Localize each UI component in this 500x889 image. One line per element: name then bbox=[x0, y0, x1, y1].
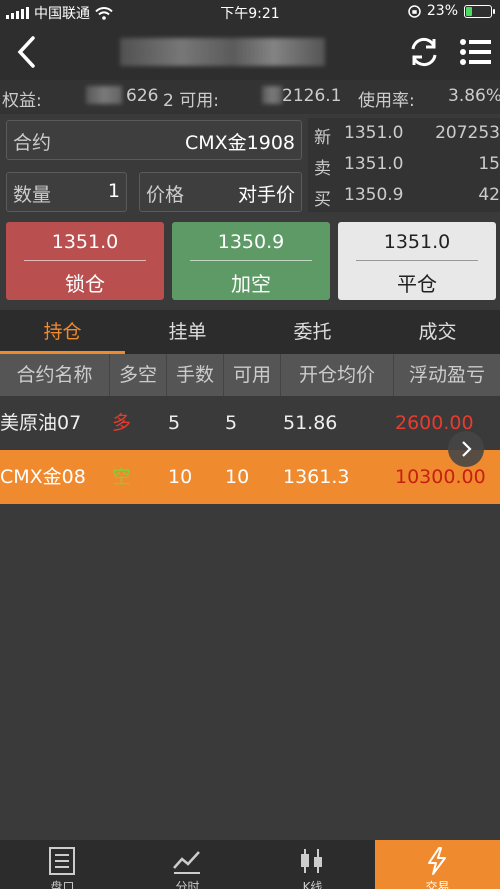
quote-price: 1351.0 bbox=[344, 154, 404, 174]
lock-position-button[interactable]: 1351.0 锁仓 bbox=[6, 222, 164, 300]
nav-label: K线 bbox=[302, 880, 323, 889]
col-direction: 多空 bbox=[110, 354, 167, 396]
nav-orderbook[interactable]: 盘口 bbox=[0, 840, 125, 889]
position-name: CMX金08 bbox=[0, 466, 86, 488]
close-position-button[interactable]: 1351.0 平仓 bbox=[338, 222, 496, 300]
position-avg-price: 1361.3 bbox=[283, 466, 350, 488]
quote-price: 1350.9 bbox=[344, 185, 404, 205]
scroll-right-button[interactable] bbox=[448, 431, 484, 467]
nav-label: 盘口 bbox=[50, 880, 75, 889]
line-chart-icon bbox=[173, 851, 200, 874]
position-name: 美原油07 bbox=[0, 412, 82, 434]
quote-row-bid: 买 1350.9 42 bbox=[308, 180, 500, 211]
position-available: 10 bbox=[225, 466, 250, 488]
tab-pending[interactable]: 挂单 bbox=[125, 310, 250, 354]
nav-kline[interactable]: K线 bbox=[250, 840, 375, 889]
orderbook-icon bbox=[49, 847, 75, 875]
quantity-label: 数量 bbox=[13, 184, 52, 206]
usage-value: 3.86% bbox=[448, 86, 500, 106]
bottom-nav: 盘口 分时 K线 交易 bbox=[0, 840, 500, 889]
position-side: 空 bbox=[112, 466, 132, 488]
nav-label: 交易 bbox=[425, 880, 450, 889]
menu-icon[interactable] bbox=[458, 34, 494, 70]
equity-value: 626 bbox=[126, 86, 159, 106]
account-title-redacted bbox=[120, 38, 325, 66]
price-type-value: 对手价 bbox=[237, 184, 295, 206]
quote-volume: 207253 bbox=[435, 123, 500, 143]
close-label: 平仓 bbox=[397, 272, 437, 296]
add-short-label: 加空 bbox=[231, 272, 271, 296]
nav-bar bbox=[0, 24, 500, 80]
quote-row-ask: 卖 1351.0 15 bbox=[308, 149, 500, 180]
contract-value: CMX金1908 bbox=[184, 132, 295, 154]
chevron-right-icon bbox=[462, 441, 472, 457]
account-summary: 权益: 626 2 可用: 2126.1 使用率: 3.86% bbox=[0, 80, 500, 114]
col-available: 可用 bbox=[224, 354, 281, 396]
col-lots: 手数 bbox=[167, 354, 224, 396]
close-price: 1351.0 bbox=[383, 231, 451, 253]
add-short-price: 1350.9 bbox=[217, 231, 285, 253]
tab-trades[interactable]: 成交 bbox=[375, 310, 500, 354]
quantity-field[interactable]: 数量 1 bbox=[6, 172, 127, 212]
col-float-pnl: 浮动盈亏 bbox=[408, 364, 485, 386]
quote-price: 1351.0 bbox=[344, 123, 404, 143]
add-short-button[interactable]: 1350.9 加空 bbox=[172, 222, 330, 300]
tab-bar: 持仓 挂单 委托 成交 bbox=[0, 310, 500, 354]
candlestick-icon bbox=[301, 849, 322, 873]
col-contract-name: 合约名称 bbox=[0, 354, 110, 396]
lightning-icon bbox=[428, 847, 446, 875]
position-side: 多 bbox=[112, 412, 132, 434]
orientation-lock-icon bbox=[408, 4, 421, 18]
usage-label: 使用率: bbox=[358, 91, 415, 111]
battery-percent: 23% bbox=[426, 3, 458, 19]
quote-row-last: 新 1351.0 207253 bbox=[308, 118, 500, 149]
available-redacted bbox=[262, 86, 282, 109]
position-avg-price: 51.86 bbox=[283, 412, 338, 434]
quote-label: 新 bbox=[314, 128, 331, 148]
position-qty: 5 bbox=[168, 412, 181, 434]
tab-orders[interactable]: 委托 bbox=[250, 310, 375, 354]
quote-label: 买 bbox=[314, 190, 331, 210]
contract-selector[interactable]: 合约 CMX金1908 bbox=[6, 120, 302, 160]
table-row[interactable]: 美原油07 多 5 5 51.86 2600.00 bbox=[0, 396, 500, 450]
lock-label: 锁仓 bbox=[65, 272, 105, 296]
back-icon[interactable] bbox=[12, 34, 42, 70]
quote-panel: 新 1351.0 207253 卖 1351.0 15 买 1350.9 42 bbox=[308, 118, 500, 212]
available-label: 2 可用: bbox=[163, 91, 219, 111]
price-label: 价格 bbox=[146, 184, 185, 206]
nav-label: 分时 bbox=[175, 880, 200, 889]
status-bar: 中国联通 下午9:21 23% bbox=[0, 0, 500, 24]
table-row[interactable]: CMX金08 空 10 10 1361.3 10300.00 bbox=[0, 450, 500, 504]
contract-label: 合约 bbox=[13, 132, 52, 154]
position-available: 5 bbox=[225, 412, 238, 434]
quote-volume: 42 bbox=[478, 185, 500, 205]
col-avg-price: 开仓均价 bbox=[281, 354, 394, 396]
positions-table-header: 合约名称 多空 手数 可用 开仓均价 浮动盈亏 bbox=[0, 354, 500, 396]
quantity-value: 1 bbox=[107, 180, 120, 202]
refresh-icon[interactable] bbox=[406, 34, 442, 70]
equity-label: 权益: bbox=[2, 91, 42, 111]
quote-label: 卖 bbox=[314, 159, 331, 179]
price-type-selector[interactable]: 价格 对手价 bbox=[139, 172, 302, 212]
quote-volume: 15 bbox=[478, 154, 500, 174]
battery-icon bbox=[464, 4, 495, 18]
nav-trade[interactable]: 交易 bbox=[375, 840, 500, 889]
equity-redacted bbox=[86, 86, 122, 109]
lock-price: 1351.0 bbox=[51, 231, 119, 253]
position-qty: 10 bbox=[168, 466, 193, 488]
nav-timeshare[interactable]: 分时 bbox=[125, 840, 250, 889]
tab-positions[interactable]: 持仓 bbox=[0, 310, 125, 354]
available-value: 2126.1 bbox=[282, 86, 342, 106]
